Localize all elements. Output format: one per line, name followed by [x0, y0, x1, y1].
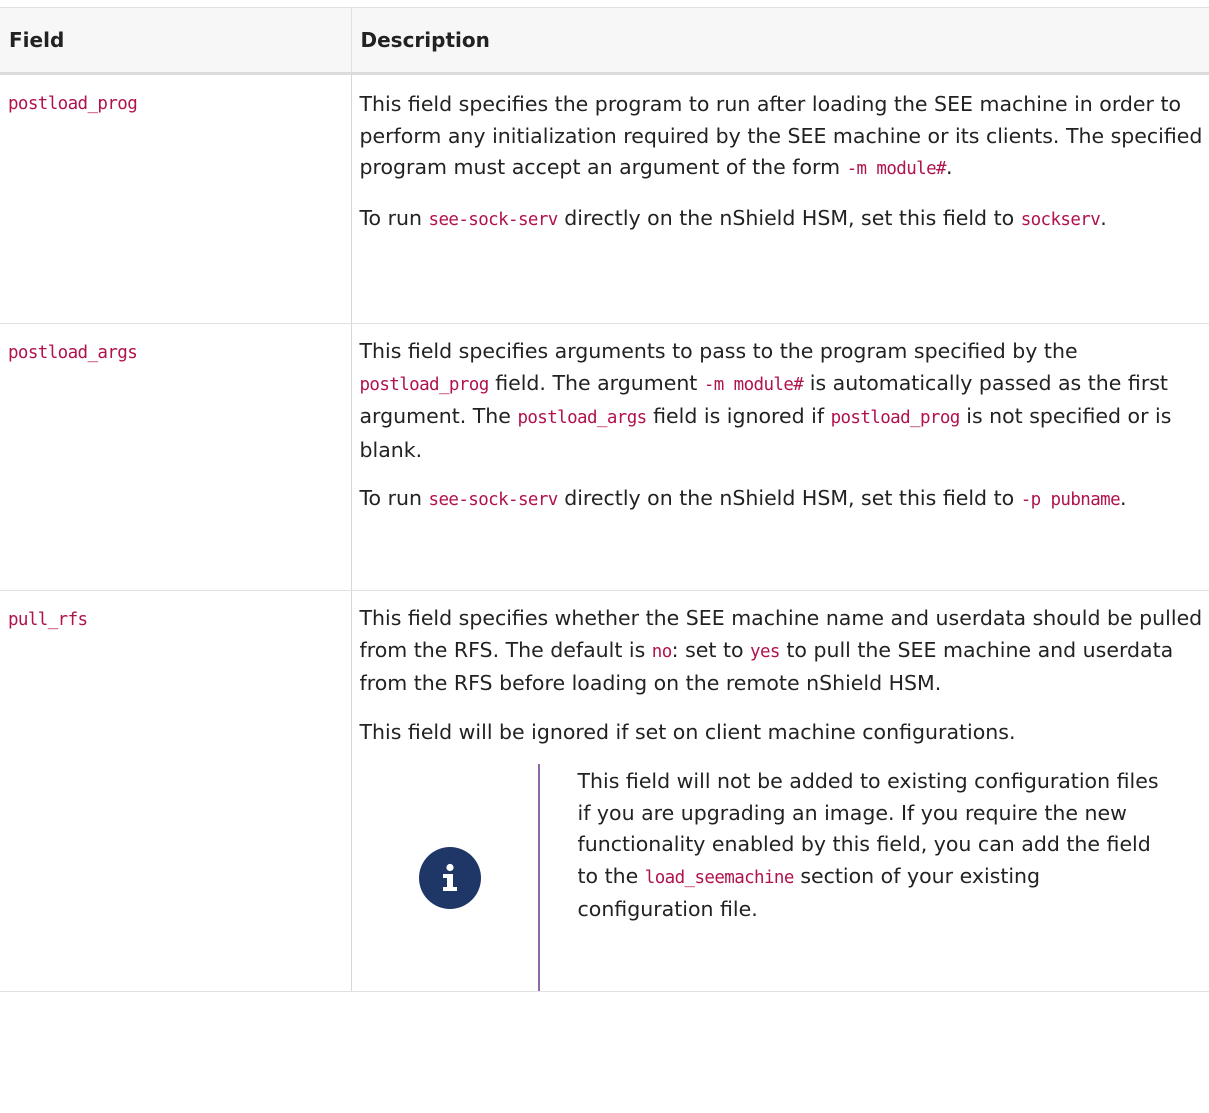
- text: directly on the nShield HSM, set this fi…: [557, 486, 1021, 510]
- description-cell: This field specifies whether the SEE mac…: [350, 590, 1209, 992]
- inline-code: postload_prog: [830, 408, 961, 428]
- text: : set to: [671, 637, 751, 662]
- field-name-cell: pull_rfs: [0, 590, 351, 992]
- table-row: pull_rfs This field specifies whether th…: [0, 590, 1209, 992]
- field-name-cell: postload_prog: [0, 73, 351, 324]
- info-admonition: This field will not be added to existing…: [360, 764, 1204, 991]
- inline-code: load_seemachine: [644, 867, 795, 888]
- description-cell: This field specifies arguments to pass t…: [350, 323, 1209, 591]
- inline-code: see-sock-serv: [428, 209, 559, 230]
- description-paragraph: This field specifies the program to run …: [360, 89, 1204, 186]
- info-glyph-icon: [442, 863, 457, 891]
- text: field is ignored if: [646, 404, 831, 428]
- inline-code: -m module#: [846, 159, 947, 179]
- text: directly on the nShield HSM, set this fi…: [557, 205, 1021, 230]
- inline-code: yes: [750, 641, 780, 662]
- field-name: postload_args: [8, 343, 138, 363]
- text: This field specifies the program to run …: [359, 92, 1203, 179]
- description-paragraph: This field will be ignored if set on cli…: [359, 719, 1016, 744]
- inline-code: see-sock-serv: [428, 490, 559, 510]
- description-paragraph: To run see-sock-serv directly on the nSh…: [360, 203, 1204, 237]
- inline-code: -p pubname: [1020, 490, 1121, 510]
- description-paragraph: To run see-sock-serv directly on the nSh…: [360, 483, 1204, 517]
- field-name: pull_rfs: [8, 610, 88, 630]
- header-description: Description: [350, 7, 1209, 75]
- text: To run: [359, 486, 429, 510]
- description-paragraph: This field specifies whether the SEE mac…: [360, 603, 1204, 700]
- inline-code: postload_prog: [359, 374, 490, 395]
- table-row: postload_args This field specifies argum…: [0, 323, 1209, 591]
- inline-code: -m module#: [703, 374, 804, 395]
- text: .: [1100, 205, 1107, 230]
- admonition-icon-cell: [360, 764, 538, 991]
- description-cell: This field specifies the program to run …: [350, 73, 1209, 324]
- info-icon: [418, 846, 481, 909]
- admonition-paragraph: This field will not be added to existing…: [578, 766, 1178, 926]
- field-name-cell: postload_args: [0, 323, 351, 591]
- text: This field specifies arguments to pass t…: [359, 339, 1078, 363]
- header-field: Field: [0, 7, 351, 75]
- inline-code: sockserv: [1020, 209, 1101, 230]
- table-row: postload_prog This field specifies the p…: [0, 73, 1209, 324]
- description-paragraph: This field specifies arguments to pass t…: [360, 336, 1204, 466]
- text: .: [1120, 486, 1127, 510]
- table-header-row: Field Description: [0, 7, 1209, 75]
- inline-code: no: [651, 641, 672, 662]
- fields-table: Field Description postload_prog This fie…: [0, 7, 1209, 992]
- inline-code: postload_args: [517, 408, 647, 428]
- text: To run: [359, 205, 429, 230]
- text: field. The argument: [488, 370, 704, 395]
- admonition-content: This field will not be added to existing…: [540, 764, 1178, 991]
- field-name: postload_prog: [8, 94, 138, 114]
- text: .: [945, 155, 953, 179]
